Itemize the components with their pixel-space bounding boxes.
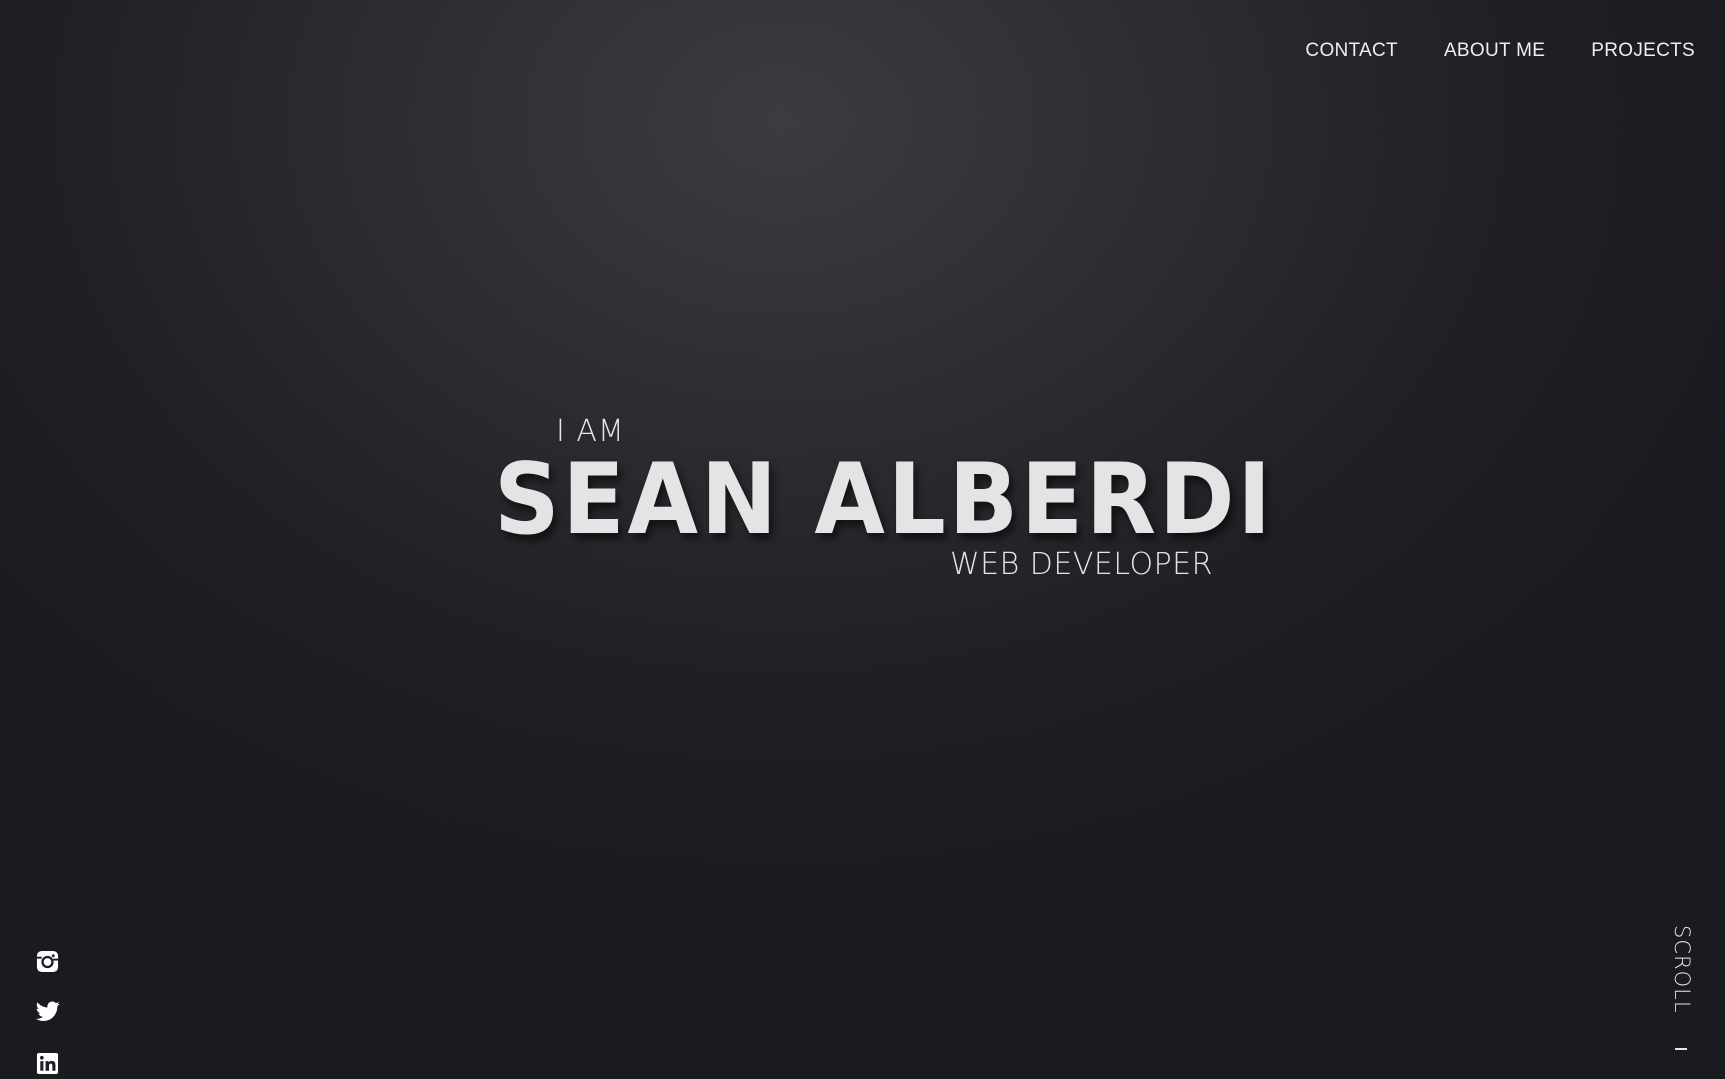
linkedin-icon[interactable] [36,1052,59,1075]
social-links [35,950,60,1075]
instagram-icon[interactable] [36,950,59,973]
twitter-icon[interactable] [35,1001,60,1024]
hero-section: I AM SEAN ALBERDI WEB DEVELOPER [0,0,1725,1079]
scroll-line [1675,1048,1687,1050]
hero-name-heading: SEAN ALBERDI [494,443,1275,557]
hero-role-text: WEB DEVELOPER [950,547,1213,582]
scroll-label: SCROLL [1670,925,1694,1014]
scroll-indicator[interactable]: SCROLL [1669,925,1695,1055]
